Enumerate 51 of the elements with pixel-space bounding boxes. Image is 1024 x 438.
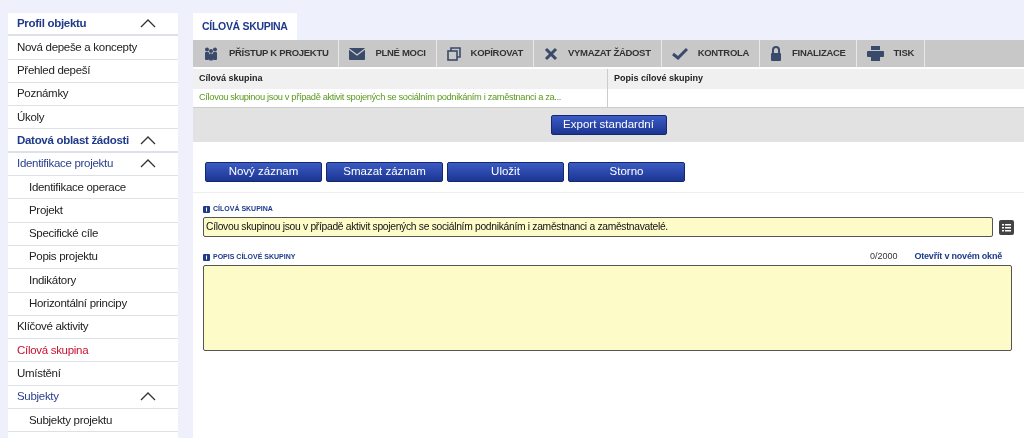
toolbar-button[interactable]: TISK — [856, 40, 925, 67]
toolbar-button[interactable]: KONTROLA — [661, 40, 761, 67]
copy-icon — [446, 46, 461, 61]
sidebar-item[interactable]: Horizontální principy — [8, 292, 178, 316]
people-icon — [203, 46, 219, 61]
padlock-icon — [770, 46, 783, 61]
printer-icon — [866, 46, 884, 61]
info-icon — [203, 205, 210, 213]
sidebar-item[interactable]: Projekt — [8, 199, 178, 223]
list-icon[interactable] — [999, 219, 1014, 235]
toolbar-button[interactable]: PLNÉ MOCI — [339, 40, 437, 67]
sidebar-item[interactable]: Identifikace operace — [8, 176, 178, 200]
sidebar-item[interactable]: Subjekty — [8, 385, 178, 410]
sidebar-item[interactable]: Specifické cíle — [8, 222, 178, 246]
open-in-new-window-link[interactable]: Otevřít v novém okně — [914, 250, 1002, 264]
chevron-up-icon[interactable] — [140, 135, 156, 145]
column-header[interactable]: Popis cílové skupiny — [608, 69, 1024, 89]
character-counter: 0/2000 — [869, 250, 898, 264]
chevron-up-icon[interactable] — [140, 392, 156, 402]
form-button[interactable]: Uložit — [447, 162, 564, 182]
sidebar-item[interactable]: Úkoly — [8, 106, 178, 130]
form-button[interactable]: Smazat záznam — [326, 162, 443, 182]
export-button[interactable]: Export standardní — [550, 115, 667, 135]
chevron-up-icon[interactable] — [140, 19, 156, 29]
info-icon — [203, 253, 210, 261]
sidebar-item[interactable]: Subjekty projektu — [8, 409, 178, 433]
sidebar-item[interactable]: Nová depeše a koncepty — [8, 36, 178, 60]
form-button[interactable]: Nový záznam — [205, 162, 322, 182]
sidebar-item[interactable]: Indikátory — [8, 269, 178, 293]
sidebar-item[interactable]: Přehled depeší — [8, 59, 178, 83]
chevron-up-icon[interactable] — [140, 159, 156, 169]
toolbar-button[interactable]: KOPÍROVAT — [436, 40, 534, 67]
toolbar-button[interactable]: VYMAZAT ŽÁDOST — [533, 40, 662, 67]
sidebar-item[interactable]: Klíčové aktivity — [8, 315, 178, 340]
sidebar-item[interactable]: Profil objektu — [8, 13, 178, 37]
sidebar-item[interactable]: Datová oblast žádosti — [8, 129, 178, 153]
sidebar-item[interactable]: Umístění — [8, 362, 178, 386]
sidebar-item[interactable]: Poznámky — [8, 82, 178, 107]
toolbar-button[interactable]: FINALIZACE — [760, 40, 857, 67]
checkmark-icon — [671, 47, 688, 60]
table-cell: Cílovou skupinou jsou v případě aktivit spojených se sociálním podnikáním i zaměstnanci a za... — [193, 89, 608, 107]
sidebar-item[interactable]: Identifikace projektu — [8, 152, 178, 177]
input-field[interactable]: Cílovou skupinou jsou v případě aktivit spojených se sociálním podnikáním i zaměstnanci a zaměstnavatelé. — [203, 217, 993, 237]
sidebar-item[interactable]: Popis projektu — [8, 245, 178, 270]
tab[interactable]: CÍLOVÁ SKUPINA — [193, 13, 297, 40]
toolbar-button[interactable]: PŘÍSTUP K PROJEKTU — [193, 40, 340, 67]
sidebar-item[interactable]: Cílová skupina — [8, 339, 178, 363]
text-area[interactable] — [203, 265, 1012, 351]
envelope-icon — [349, 47, 366, 60]
form-button[interactable]: Storno — [568, 162, 685, 182]
cross-icon — [543, 46, 558, 61]
